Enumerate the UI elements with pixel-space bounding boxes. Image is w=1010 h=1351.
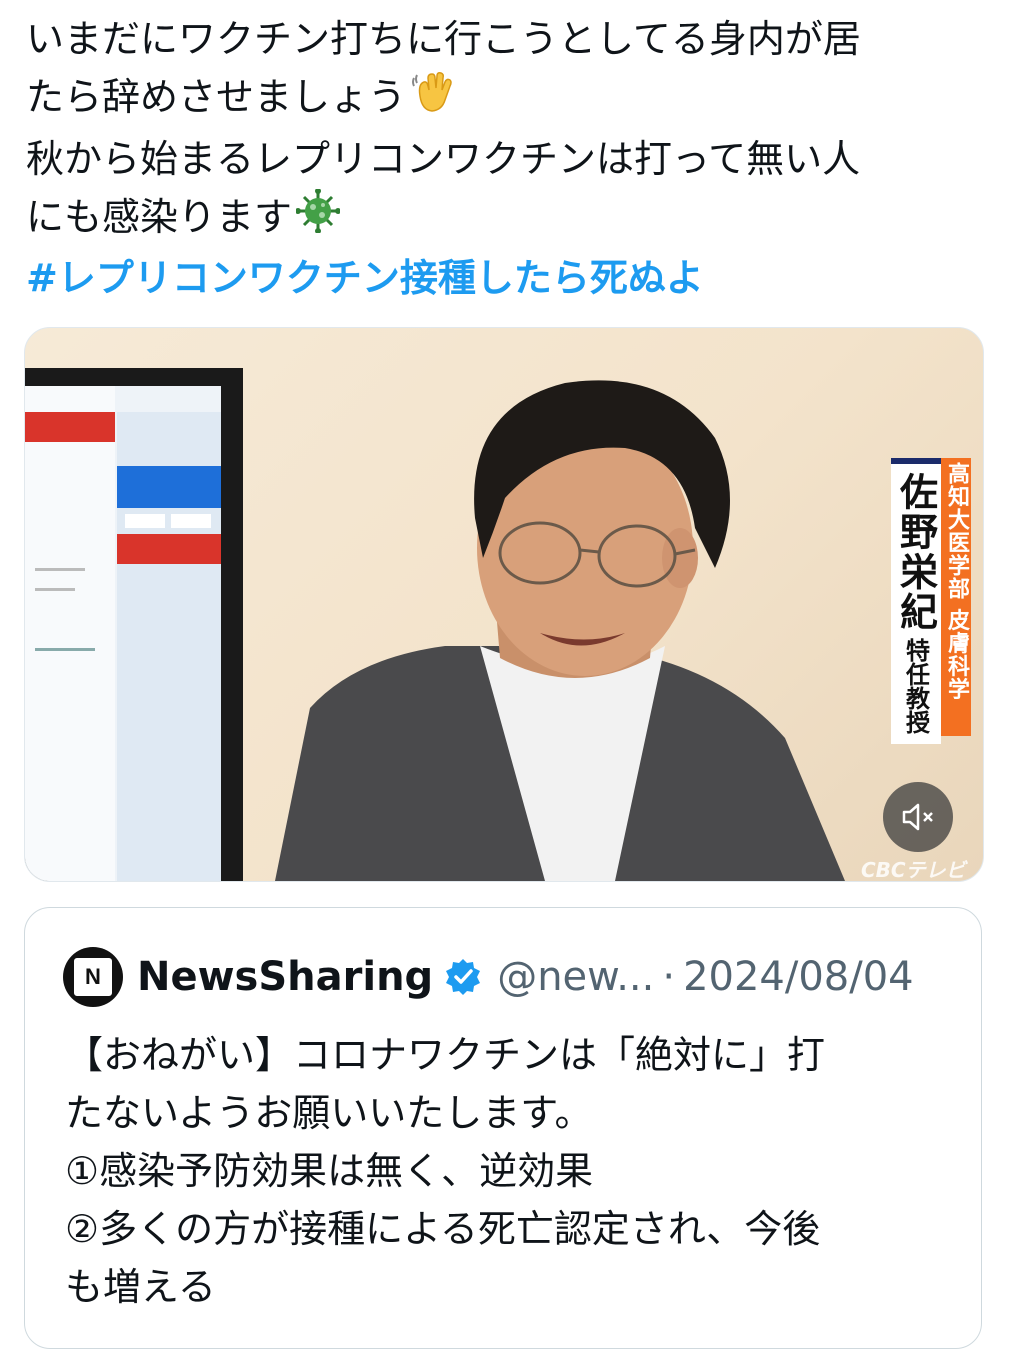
quote-line-2: たないようお願いいたします。: [65, 1091, 593, 1135]
tweet-line-2-text: たら辞めさせましょう: [26, 75, 407, 119]
quote-line-1: 【おねがい】コロナワクチンは「絶対に」打: [65, 1033, 826, 1077]
quote-line-4: ②多くの方が接種による死亡認定され、今後: [65, 1207, 821, 1251]
tweet-line-3: 秋から始まるレプリコンワクチンは打って無い人: [26, 136, 861, 181]
tweet-line-1: いまだにワクチン打ちに行こうとしてる身内が居: [26, 17, 861, 61]
mute-button[interactable]: [883, 782, 953, 852]
name-caption: 佐野栄紀 特任教授 高知大医学部 皮膚科学: [891, 458, 971, 744]
quote-line-3: ①感染予防効果は無く、逆効果: [65, 1149, 594, 1193]
microbe-emoji: [295, 188, 342, 249]
tweet-text: いまだにワクチン打ちに行こうとしてる身内が居 たら辞めさせましょう 秋から始まる…: [26, 10, 986, 307]
video-frame: [25, 368, 845, 881]
tweet-line-4: にも感染ります: [26, 188, 986, 250]
speaker-muted-icon: [902, 803, 933, 831]
tweet-line-4-text: にも感染ります: [26, 194, 293, 239]
broadcaster-watermark: CBCテレビ: [861, 858, 966, 882]
caption-name: 佐野栄紀: [893, 472, 939, 632]
video-player[interactable]: 佐野栄紀 特任教授 高知大医学部 皮膚科学 CBCテレビ: [24, 327, 984, 882]
quoted-tweet[interactable]: N NewsSharing @new... · 2024/08/04 【おねがい…: [24, 907, 982, 1349]
waving-hand-emoji: [410, 70, 454, 130]
caption-affiliation-panel: 高知大医学部 皮膚科学: [941, 458, 971, 736]
author-handle[interactable]: @new...: [497, 954, 654, 1000]
caption-affiliation: 高知大医学部 皮膚科学: [944, 462, 969, 701]
quote-line-5: も増える: [65, 1265, 216, 1309]
quoted-tweet-body: 【おねがい】コロナワクチンは「絶対に」打 たないようお願いいたします。 ①感染予…: [65, 1026, 945, 1316]
quoted-tweet-header: N NewsSharing @new... · 2024/08/04: [63, 946, 914, 1008]
tweet-line-2: たら辞めさせましょう: [26, 68, 986, 130]
avatar-letter: N: [74, 958, 112, 996]
author-name[interactable]: NewsSharing: [137, 954, 433, 1000]
caption-role: 特任教授: [901, 638, 930, 734]
separator-dot: ·: [662, 954, 676, 1000]
avatar[interactable]: N: [63, 947, 123, 1007]
caption-name-panel: 佐野栄紀 特任教授: [891, 458, 941, 744]
hashtag-link[interactable]: #レプリコンワクチン接種したら死ぬよ: [26, 249, 986, 307]
post-date[interactable]: 2024/08/04: [683, 954, 914, 1000]
verified-badge-icon: [443, 957, 483, 997]
